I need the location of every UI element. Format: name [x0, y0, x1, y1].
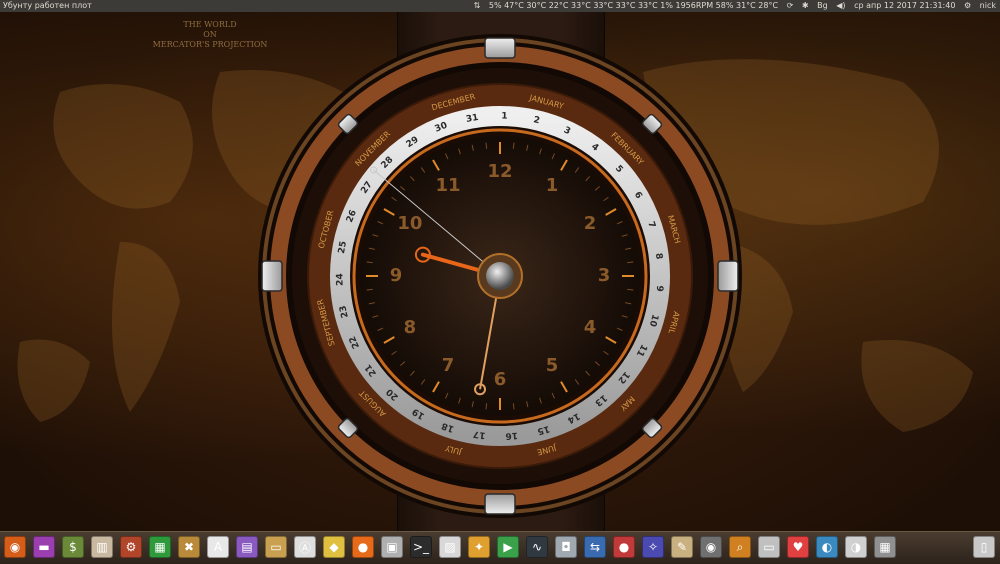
drive-app-icon[interactable]: ▭	[758, 536, 780, 558]
minute-tick	[627, 288, 634, 291]
bezel-bracket	[484, 493, 516, 515]
trash-icon[interactable]: ▯	[973, 536, 995, 558]
volume-icon[interactable]: ◀)	[836, 1, 845, 10]
green-flag-app-icon[interactable]: ▶	[497, 536, 519, 558]
minute-tick	[485, 403, 488, 410]
terminal-icon[interactable]: >_	[410, 536, 432, 558]
purple-app-icon[interactable]: ▬	[33, 536, 55, 558]
magnifier-app-icon[interactable]: ⌕	[729, 536, 751, 558]
hour-numeral: 8	[404, 317, 417, 338]
system-monitor-icon[interactable]: ∿	[526, 536, 548, 558]
font-viewer-icon[interactable]: A	[207, 536, 229, 558]
archive-app-icon[interactable]: ▣	[381, 536, 403, 558]
settings-gears-icon[interactable]: ⚙	[120, 536, 142, 558]
top-panel: Убунту работен плот ⇅ 5% 47°C 30°C 22°C …	[0, 0, 1000, 12]
hour-numeral: 1	[546, 175, 559, 196]
software-center-icon[interactable]: Ⓐ	[294, 536, 316, 558]
network-icon[interactable]: ⇅	[474, 1, 481, 10]
day-number: 17	[473, 428, 487, 440]
hour-numeral: 6	[494, 369, 507, 390]
eye-app-icon[interactable]: ◉	[700, 536, 722, 558]
hour-numeral: 3	[598, 265, 611, 286]
datetime[interactable]: ср апр 12 2017 21:31:40	[854, 1, 955, 10]
pencil-app-icon[interactable]: ✎	[671, 536, 693, 558]
day-number: 8	[653, 253, 664, 260]
sensor-readout[interactable]: 5% 47°C 30°C 22°C 33°C 33°C 33°C 33°C 1%…	[489, 1, 778, 10]
recorder-app-icon[interactable]: ●	[613, 536, 635, 558]
spreadsheet-app-icon[interactable]: ▦	[149, 536, 171, 558]
day-number: 9	[654, 285, 664, 292]
center-knob	[486, 262, 514, 290]
cheese-app-icon[interactable]: ◆	[323, 536, 345, 558]
sync-icon[interactable]: ⟳	[787, 1, 794, 10]
bluetooth-icon[interactable]: ✱	[802, 1, 809, 10]
day-number: 31	[465, 113, 479, 125]
transfer-app-icon[interactable]: ⇆	[584, 536, 606, 558]
hour-numeral: 4	[584, 317, 597, 338]
window-title: Убунту работен плот	[3, 1, 92, 10]
hour-numeral: 12	[487, 161, 512, 182]
camera-app-icon[interactable]: ◘	[555, 536, 577, 558]
user-name[interactable]: nick	[980, 1, 996, 10]
indicator-area: ⇅ 5% 47°C 30°C 22°C 33°C 33°C 33°C 33°C …	[468, 0, 996, 12]
tools-app-icon[interactable]: ✖	[178, 536, 200, 558]
minute-tick	[512, 403, 515, 410]
minute-tick	[512, 142, 515, 149]
balloon-app-icon[interactable]: ♥	[787, 536, 809, 558]
hour-numeral: 5	[546, 355, 559, 376]
photo-app-icon[interactable]: ▨	[439, 536, 461, 558]
launcher-bar: ◉ ▬ $ ▥ ⚙ ▦ ✖ A ▤ ▭ Ⓐ ◆ ● ▣ >_ ▨ ✦ ▶ ∿ ◘ ⇆ ● ✧ ✎ ◉ ⌕ ▭ ♥ ◐ ◑ ▦ ▯	[0, 531, 1000, 564]
bezel-bracket	[484, 37, 516, 59]
money-app-icon[interactable]: $	[62, 536, 84, 558]
hour-numeral: 10	[397, 213, 422, 234]
hour-numeral: 11	[435, 175, 460, 196]
hour-numeral: 2	[584, 213, 597, 234]
minute-tick	[485, 142, 488, 149]
columns-app-icon[interactable]: ▥	[91, 536, 113, 558]
firefox-icon[interactable]: ●	[352, 536, 374, 558]
clock-widget: JANUARYFEBRUARYMARCHAPRILMAYJUNEJULYAUGU…	[258, 34, 742, 518]
hour-numeral: 9	[390, 265, 403, 286]
files-folder-icon[interactable]: ▭	[265, 536, 287, 558]
hidden-date	[1, 1, 2, 2]
minute-tick	[366, 261, 373, 264]
desktop: THE WORLD ON MERCATOR'S PROJECTION JANUA…	[0, 12, 1000, 531]
day-number: 1	[501, 111, 508, 121]
day-number: 16	[505, 430, 518, 441]
bitcoin-app-icon[interactable]: ✦	[468, 536, 490, 558]
keyboard-layout[interactable]: Bg	[817, 1, 828, 10]
media-app-icon[interactable]: ▤	[236, 536, 258, 558]
wizard-app-icon[interactable]: ✧	[642, 536, 664, 558]
settings-gear-icon[interactable]: ⚙	[964, 1, 971, 10]
bezel-bracket	[261, 260, 283, 292]
disk-app-icon[interactable]: ◑	[845, 536, 867, 558]
bezel-bracket	[717, 260, 739, 292]
grid-app-icon[interactable]: ▦	[874, 536, 896, 558]
minute-tick	[627, 261, 634, 264]
minute-tick	[366, 288, 373, 291]
dash-home-icon[interactable]: ◉	[4, 536, 26, 558]
hour-numeral: 7	[442, 355, 455, 376]
day-number: 24	[335, 273, 345, 286]
globe-app-icon[interactable]: ◐	[816, 536, 838, 558]
